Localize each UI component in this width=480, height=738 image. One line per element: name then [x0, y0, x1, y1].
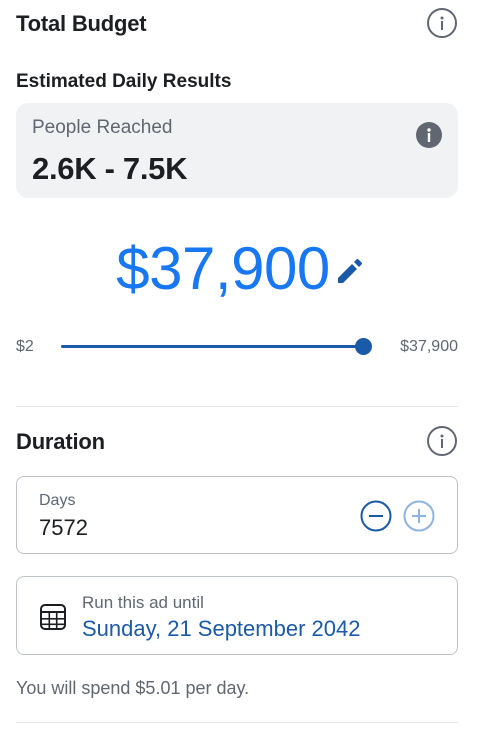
slider-max-label: $37,900: [400, 338, 458, 355]
run-until-label: Run this ad until: [82, 593, 204, 612]
daily-spend-text: You will spend $5.01 per day.: [16, 678, 250, 698]
slider-thumb[interactable]: [355, 338, 372, 355]
people-reached-value: 2.6K - 7.5K: [32, 151, 188, 186]
duration-title: Duration: [16, 429, 105, 454]
days-label: Days: [39, 492, 76, 509]
days-value[interactable]: 7572: [39, 515, 88, 541]
pencil-icon[interactable]: [334, 257, 364, 287]
run-until-date[interactable]: Sunday, 21 September 2042: [82, 616, 360, 642]
calendar-icon: [39, 603, 67, 631]
plus-circle-icon[interactable]: [403, 500, 435, 532]
budget-slider[interactable]: [61, 338, 372, 355]
people-reached-label: People Reached: [32, 117, 173, 138]
run-until-field[interactable]: Run this ad until Sunday, 21 September 2…: [16, 576, 458, 655]
slider-min-label: $2: [16, 338, 34, 355]
days-field[interactable]: Days 7572: [16, 476, 458, 554]
budget-info-icon[interactable]: [427, 8, 457, 38]
section-divider: [16, 406, 458, 407]
budget-amount[interactable]: $37,900: [116, 232, 330, 306]
budget-amount-row: $37,900: [0, 232, 480, 306]
minus-circle-icon[interactable]: [360, 500, 392, 532]
duration-info-icon[interactable]: [427, 426, 457, 456]
estimated-results-title: Estimated Daily Results: [16, 71, 232, 92]
bottom-divider: [16, 722, 458, 723]
reach-info-icon[interactable]: [416, 122, 442, 148]
slider-fill: [61, 345, 363, 348]
people-reached-card: People Reached 2.6K - 7.5K: [16, 103, 458, 198]
total-budget-title: Total Budget: [16, 11, 147, 36]
